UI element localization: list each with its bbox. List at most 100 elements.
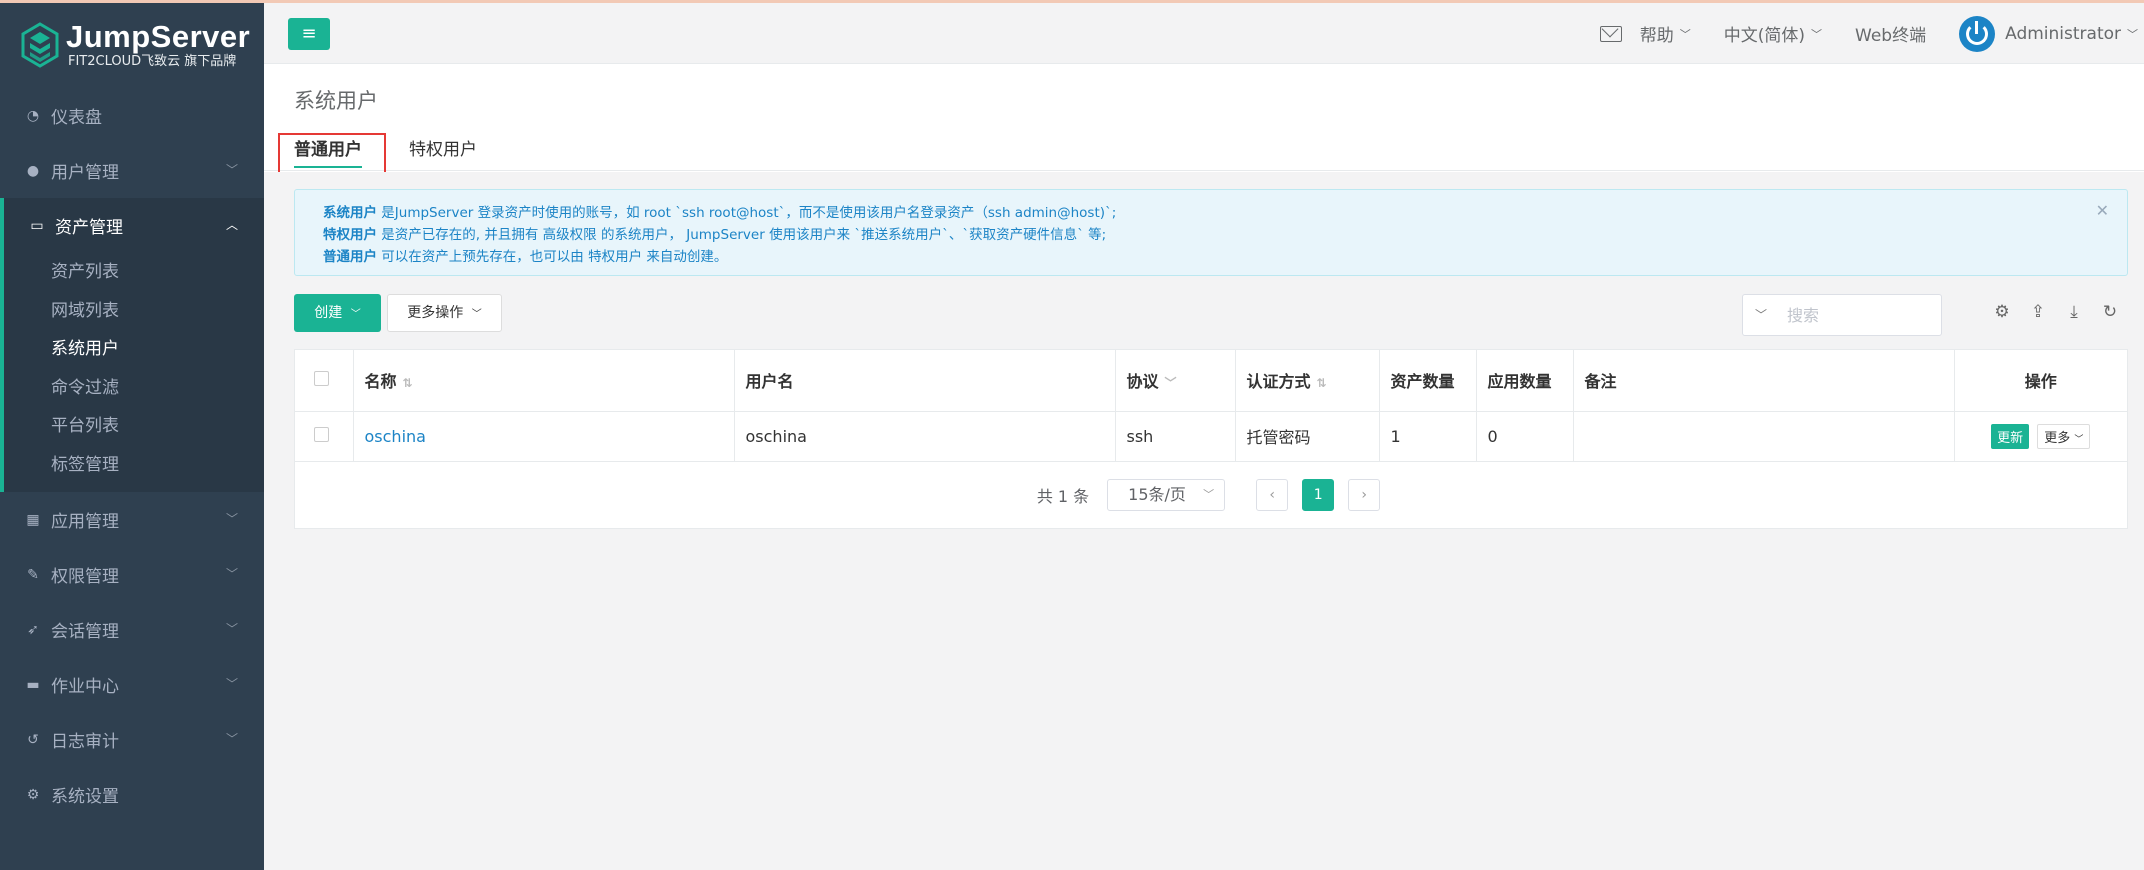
refresh-icon[interactable]: ↻ [2100,302,2120,322]
sidebar-item-dashboard[interactable]: ◔ 仪表盘 [0,88,264,143]
chevron-down-icon: ﹀ [225,163,238,177]
chevron-down-icon: ﹀ [350,309,361,320]
brand-title: JumpServer [66,19,251,54]
web-terminal-link[interactable]: Web终端 [1855,21,1926,46]
column-header-app-count: 应用数量 [1476,350,1574,412]
chevron-down-icon: ﹀ [225,622,238,636]
brand-subtitle: FIT2CLOUD飞致云 旗下品牌 [68,54,237,69]
pagination: 共 1 条 15条/页 ﹀ ‹ 1 › [295,477,2129,513]
sidebar: JumpServer FIT2CLOUD飞致云 旗下品牌 ◔ 仪表盘 ● 用户管… [0,3,264,870]
avatar [1959,15,1996,52]
system-users-table: 名称 ⇅ 用户名 协议 ﹀ 认证方式 ⇅ 资产数量 应用数量 备注 操作 oschin… [295,350,2127,462]
column-header-protocol[interactable]: 协议 ﹀ [1115,350,1236,412]
sidebar-item-label: 应用管理 [51,512,119,532]
sidebar-subitem-asset-list[interactable]: 资产列表 [4,253,264,292]
chevron-down-icon: ﹀ [1203,488,1215,501]
row-more-button[interactable]: 更多 ﹀ [2037,423,2091,449]
chevron-down-icon: ﹀ [225,512,238,526]
rocket-icon: ➶ [27,621,39,638]
close-icon[interactable]: ✕ [2096,200,2109,222]
sidebar-subitem-system-users[interactable]: 系统用户 [4,330,264,369]
sidebar-item-label: 资产管理 [55,218,123,238]
brand-logo[interactable]: JumpServer FIT2CLOUD飞致云 旗下品牌 [0,3,264,87]
user-name: Administrator [2005,23,2121,44]
column-header-auth[interactable]: 认证方式 ⇅ [1235,350,1380,412]
chevron-down-icon: ﹀ [471,309,482,320]
sidebar-item-label: 会话管理 [51,622,119,642]
page-size-select[interactable]: 15条/页 ﹀ [1107,479,1226,511]
update-button[interactable]: 更新 [1991,423,2030,449]
create-button[interactable]: 创建 ﹀ [294,294,381,332]
chevron-down-icon[interactable]: ﹀ [1755,306,1767,323]
sidebar-subitem-label-management[interactable]: 标签管理 [4,446,264,485]
menu-toggle-button[interactable]: ≡ [288,18,330,50]
chevron-down-icon: ﹀ [1811,27,1823,41]
sidebar-item-label: 作业中心 [51,677,119,697]
info-alert: 系统用户 是JumpServer 登录资产时使用的账号，如 root `ssh … [294,189,2128,276]
cell-asset-count: 1 [1379,411,1477,462]
page-number-button[interactable]: 1 [1302,479,1335,511]
column-header-actions: 操作 [1954,350,2127,412]
chevron-down-icon: ﹀ [2074,434,2084,445]
main-content: 系统用户 是JumpServer 登录资产时使用的账号，如 root `ssh … [264,172,2144,870]
search-box: ﹀ [1742,294,1942,336]
sidebar-item-label: 系统设置 [51,787,119,807]
mail-icon[interactable] [1599,25,1622,42]
sidebar-item-jobs[interactable]: ▬ 作业中心 ﹀ [0,657,264,712]
sidebar-item-label: 仪表盘 [51,108,102,128]
sidebar-item-settings[interactable]: ⚙ 系统设置 [0,767,264,822]
users-icon: ● [26,162,40,179]
download-icon[interactable]: ⤓ [2064,302,2084,322]
upload-icon[interactable]: ⇪ [2028,302,2048,322]
sidebar-item-sessions[interactable]: ➶ 会话管理 ﹀ [0,602,264,657]
tab-privileged-users[interactable]: 特权用户 [409,135,477,168]
chevron-left-icon: ‹ [1269,487,1275,503]
dashboard-icon: ◔ [26,107,40,124]
gear-icon[interactable]: ⚙ [1992,302,2012,322]
search-input[interactable] [1787,303,1932,327]
header-label: 用户名 [745,372,794,392]
language-label: 中文(简体) [1723,26,1806,46]
row-checkbox[interactable] [314,426,329,442]
sort-icon[interactable]: ⇅ [1317,376,1327,390]
alert-line-3: 普通用户 可以在资产上预先存在，也可以由 特权用户 来自动创建。 [323,246,2099,268]
sidebar-item-audit[interactable]: ↺ 日志审计 ﹀ [0,712,264,767]
sidebar-item-permissions[interactable]: ✎ 权限管理 ﹀ [0,547,264,602]
highlight-box [278,133,386,174]
column-header-comment: 备注 [1573,350,1955,412]
column-header-name[interactable]: 名称 ⇅ [353,350,735,412]
sort-icon[interactable]: ⇅ [403,376,413,390]
user-dropdown[interactable]: Administrator ﹀ [1959,15,2138,52]
sidebar-subitem-domain-list[interactable]: 网域列表 [4,292,264,331]
sidebar-subitem-command-filter[interactable]: 命令过滤 [4,369,264,408]
sort-icon[interactable]: ﹀ [1165,376,1177,390]
row-select-cell [295,411,354,462]
header-label: 名称 [364,372,397,392]
select-all-checkbox[interactable] [314,370,329,386]
sidebar-subitem-platform-list[interactable]: 平台列表 [4,407,264,446]
hamburger-icon: ≡ [301,23,317,44]
alert-term-normal-user: 普通用户 [323,249,377,265]
sidebar-item-applications[interactable]: ▦ 应用管理 ﹀ [0,492,264,547]
header-label: 认证方式 [1246,372,1311,392]
cell-actions: 更新 更多 ﹀ [1954,411,2127,462]
language-dropdown[interactable]: 中文(简体) ﹀ [1724,21,1822,46]
history-icon: ↺ [27,731,39,748]
cell-auth: 托管密码 [1235,411,1380,462]
system-user-link[interactable]: oschina [365,427,426,446]
alert-term-privileged-user: 特权用户 [323,227,377,243]
more-actions-button[interactable]: 更多操作 ﹀ [387,294,502,332]
prev-page-button[interactable]: ‹ [1256,479,1289,511]
sidebar-item-users[interactable]: ● 用户管理 ﹀ [0,143,264,198]
table-panel: 名称 ⇅ 用户名 协议 ﹀ 认证方式 ⇅ 资产数量 应用数量 备注 操作 oschin… [294,349,2128,529]
alert-line-2: 特权用户 是资产已存在的, 并且拥有 高级权限 的系统用户， JumpServe… [323,224,2099,246]
sidebar-nav: ◔ 仪表盘 ● 用户管理 ﹀ ▭ 资产管理 ︿ 资产列表 网域列表 系统用户 命… [0,88,264,822]
cell-comment [1573,411,1955,462]
alert-line-1: 系统用户 是JumpServer 登录资产时使用的账号，如 root `ssh … [323,202,2099,224]
grid-icon: ▦ [26,511,40,528]
help-dropdown[interactable]: 帮助 ﹀ [1640,21,1691,46]
cogs-icon: ⚙ [26,786,40,803]
chevron-down-icon: ﹀ [1679,27,1691,41]
sidebar-item-assets[interactable]: ▭ 资产管理 ︿ [0,198,264,253]
next-page-button[interactable]: › [1348,479,1381,511]
